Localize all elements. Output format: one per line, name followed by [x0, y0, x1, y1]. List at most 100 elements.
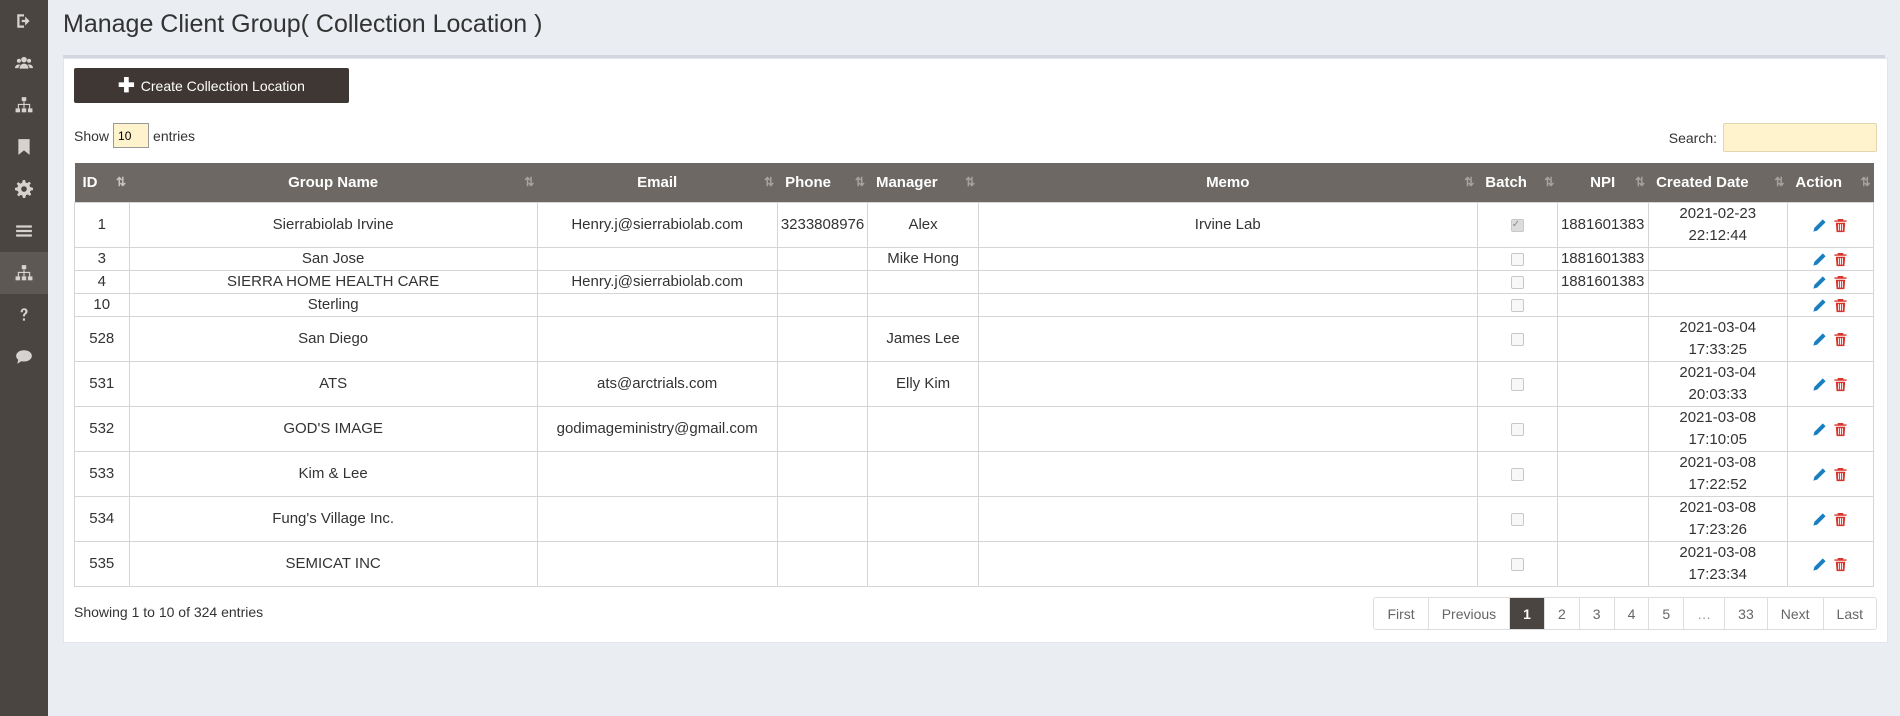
- edit-icon[interactable]: [1812, 557, 1827, 572]
- cell-phone: [776, 451, 869, 497]
- delete-icon[interactable]: [1833, 377, 1848, 392]
- bookmark-icon[interactable]: [0, 126, 48, 168]
- edit-icon[interactable]: [1812, 298, 1827, 313]
- column-header-batch[interactable]: Batch ⇅: [1477, 163, 1558, 203]
- batch-checkbox[interactable]: [1510, 252, 1524, 266]
- column-header-created-date[interactable]: Created Date ⇅: [1648, 163, 1788, 203]
- cell-batch: [1476, 202, 1558, 248]
- search-label: Search:: [1668, 129, 1717, 146]
- column-header-action[interactable]: Action ⇅: [1787, 163, 1874, 203]
- table-header-row: ID ⇅ Group Name ⇅ Email ⇅ Phone ⇅ Manager ⇅ M…: [74, 163, 1874, 203]
- cell-phone: [776, 293, 869, 317]
- delete-icon[interactable]: [1833, 332, 1848, 347]
- batch-checkbox[interactable]: [1510, 332, 1524, 346]
- page-button-last[interactable]: Last: [1822, 598, 1876, 629]
- page-button-1[interactable]: 1: [1509, 598, 1544, 629]
- created-time: 17:23:34: [1688, 566, 1747, 583]
- delete-icon[interactable]: [1833, 557, 1848, 572]
- created-time: 17:10:05: [1688, 431, 1747, 448]
- sidebar: [0, 0, 48, 716]
- cell-email: [536, 293, 778, 317]
- search-control: Search:: [1669, 123, 1877, 152]
- batch-checkbox[interactable]: [1510, 377, 1524, 391]
- entries-length-input[interactable]: [113, 123, 150, 148]
- page-button-next[interactable]: Next: [1766, 598, 1823, 629]
- cell-manager: [867, 293, 979, 317]
- cell-npi: [1556, 496, 1649, 542]
- table-row: 4 SIERRA HOME HEALTH CARE Henry.j@sierrabi…: [74, 270, 1875, 294]
- page-button-2[interactable]: 2: [1543, 598, 1579, 629]
- edit-icon[interactable]: [1812, 512, 1827, 527]
- batch-checkbox[interactable]: [1510, 557, 1524, 571]
- cell-action: [1786, 451, 1875, 497]
- menu-icon[interactable]: [0, 210, 48, 252]
- cell-group-name: Sierrabiolab Irvine: [128, 202, 538, 248]
- question-icon[interactable]: [0, 294, 48, 336]
- edit-icon[interactable]: [1812, 467, 1827, 482]
- batch-checkbox[interactable]: [1510, 214, 1524, 236]
- page-button-5[interactable]: 5: [1648, 598, 1684, 629]
- edit-icon[interactable]: [1812, 252, 1827, 267]
- edit-icon[interactable]: [1812, 422, 1827, 437]
- edit-icon[interactable]: [1812, 377, 1827, 392]
- edit-icon[interactable]: [1812, 218, 1827, 233]
- cell-created-date: 2021-03-04 17:33:25: [1647, 316, 1788, 362]
- delete-icon[interactable]: [1833, 252, 1848, 267]
- column-header-npi[interactable]: NPI ⇅: [1557, 163, 1649, 203]
- page-button-first[interactable]: First: [1374, 598, 1428, 629]
- cell-memo: [977, 270, 1478, 294]
- batch-checkbox[interactable]: [1510, 422, 1524, 436]
- cell-memo: [977, 496, 1478, 542]
- created-date: 2021-03-08: [1679, 544, 1757, 561]
- cell-batch: [1476, 451, 1558, 497]
- sort-icon: ⇅: [1774, 175, 1784, 189]
- column-header-phone[interactable]: Phone ⇅: [777, 163, 868, 203]
- delete-icon[interactable]: [1833, 512, 1848, 527]
- cell-created-date: 2021-03-04 20:03:33: [1647, 361, 1788, 407]
- created-date: 2021-03-08: [1679, 454, 1757, 471]
- sort-icon: ⇅: [115, 175, 126, 189]
- create-collection-location-button[interactable]: ✚ Create Collection Location: [74, 68, 349, 103]
- gear-icon[interactable]: [0, 168, 48, 210]
- edit-icon[interactable]: [1812, 275, 1827, 290]
- delete-icon[interactable]: [1833, 275, 1848, 290]
- cell-npi: [1556, 541, 1649, 587]
- entries-length-control: Show entries: [74, 123, 195, 148]
- column-header-id[interactable]: ID ⇅: [74, 163, 129, 203]
- delete-icon[interactable]: [1833, 218, 1848, 233]
- page-button-ellipsis: …: [1683, 598, 1725, 629]
- column-header-group-name[interactable]: Group Name ⇅: [129, 163, 538, 203]
- search-input[interactable]: [1723, 123, 1877, 152]
- delete-icon[interactable]: [1833, 298, 1848, 313]
- created-date: 2021-03-04: [1679, 364, 1757, 381]
- sign-out-icon[interactable]: [0, 0, 48, 42]
- page-button-previous[interactable]: Previous: [1427, 598, 1510, 629]
- comment-icon[interactable]: [0, 336, 48, 378]
- edit-icon[interactable]: [1812, 332, 1827, 347]
- batch-checkbox[interactable]: [1510, 467, 1524, 481]
- created-date: 2021-03-04: [1679, 319, 1757, 336]
- cell-email: [536, 541, 778, 587]
- batch-checkbox[interactable]: [1510, 275, 1524, 289]
- cell-manager: Elly Kim: [867, 361, 979, 407]
- table-row: 533 Kim & Lee 2021-03-08 17:22:52: [74, 451, 1875, 497]
- table-body: 1 Sierrabiolab Irvine Henry.j@sierrabiolab…: [74, 202, 1875, 587]
- table-row: 1 Sierrabiolab Irvine Henry.j@sierrabiolab…: [74, 202, 1875, 248]
- column-header-email[interactable]: Email ⇅: [537, 163, 778, 203]
- cell-id: 533: [74, 451, 130, 497]
- sitemap-icon[interactable]: [0, 84, 48, 126]
- sitemap-icon[interactable]: [0, 252, 48, 294]
- users-icon[interactable]: [0, 42, 48, 84]
- delete-icon[interactable]: [1833, 467, 1848, 482]
- cell-memo: Irvine Lab: [977, 202, 1478, 248]
- column-header-manager[interactable]: Manager ⇅: [867, 163, 979, 203]
- page-button-4[interactable]: 4: [1613, 598, 1649, 629]
- column-header-memo[interactable]: Memo ⇅: [978, 163, 1478, 203]
- batch-checkbox[interactable]: [1510, 512, 1524, 526]
- cell-batch: [1476, 316, 1558, 362]
- cell-id: 532: [74, 406, 130, 452]
- batch-checkbox[interactable]: [1510, 298, 1524, 312]
- delete-icon[interactable]: [1833, 422, 1848, 437]
- page-button-33[interactable]: 33: [1724, 598, 1767, 629]
- page-button-3[interactable]: 3: [1578, 598, 1614, 629]
